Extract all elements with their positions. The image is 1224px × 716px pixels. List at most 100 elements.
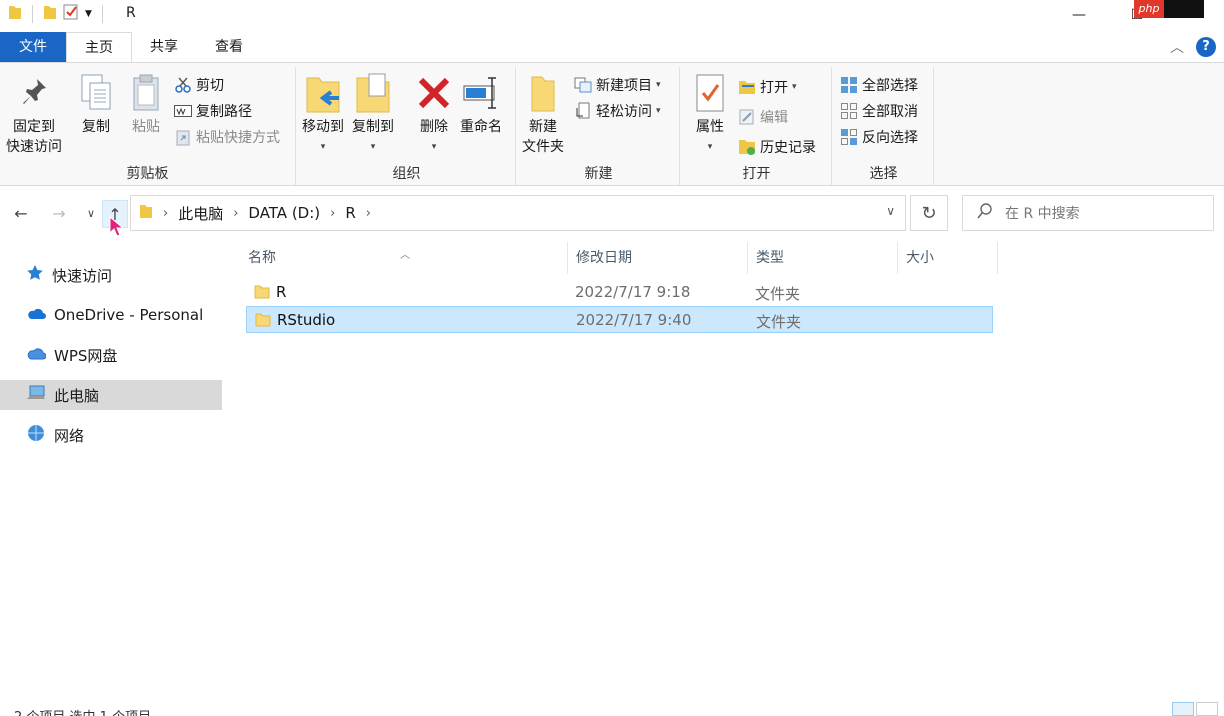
tab-file[interactable]: 文件 [0,32,66,62]
column-header-size[interactable]: 大小 [898,242,998,274]
chevron-right-icon[interactable]: › [330,206,335,221]
history-button[interactable]: 历史记录 [738,135,816,159]
tab-home[interactable]: 主页 [66,32,132,63]
nav-item-network[interactable]: 网络 [0,420,222,450]
status-text: 2 个项目 选中 1 个项目 [14,706,151,716]
nav-item-label: WPS网盘 [54,346,118,365]
star-icon [26,264,44,286]
invert-selection-icon [840,128,858,146]
delete-button[interactable]: 删除 ▾ [414,71,454,157]
column-header-label: 大小 [906,250,934,266]
navigation-bar: ← → ∨ ↑ › 此电脑 › DATA (D:) › R › ∨ ↻ 在 R … [0,186,1224,238]
tab-share[interactable]: 共享 [134,32,194,62]
move-to-button[interactable]: 移动到 ▾ [302,71,344,157]
refresh-icon[interactable]: ↻ [910,195,948,231]
properties-button[interactable]: 属性 ▾ [690,71,730,157]
pin-quick-access-button[interactable]: 固定到 快速访问 [6,71,62,157]
new-folder-label-2: 文件夹 [522,139,564,155]
edit-label: 编辑 [760,110,788,126]
new-item-button[interactable]: 新建项目 ▾ [574,73,661,97]
invert-selection-button[interactable]: 反向选择 [840,125,918,149]
pin-icon [14,71,54,115]
search-box[interactable]: 在 R 中搜索 [962,195,1214,231]
forward-arrow-icon[interactable]: → [48,202,70,224]
status-bar: 2 个项目 选中 1 个项目 [0,698,1224,716]
chevron-right-icon[interactable]: › [163,206,168,221]
navigation-pane: 快速访问 OneDrive - Personal WPS网盘 此电脑 网络 [0,238,232,698]
breadcrumb-drive[interactable]: DATA (D:) [248,204,320,222]
computer-icon [26,385,46,405]
easy-access-label: 轻松访问 [596,104,652,120]
paste-button[interactable]: 粘贴 [126,71,166,137]
nav-item-label: 此电脑 [54,386,100,405]
pin-label-2: 快速访问 [6,139,62,155]
nav-item-this-pc[interactable]: 此电脑 [0,380,222,410]
edit-button[interactable]: 编辑 [738,105,788,129]
group-organize: 移动到 ▾ 复制到 ▾ 删除 ▾ 重命名 组织 [298,67,516,185]
qat-dropdown-icon[interactable]: ▼ [85,9,92,19]
select-all-button[interactable]: 全部选择 [840,73,918,97]
group-label-open: 打开 [742,166,771,182]
divider [101,5,103,23]
column-header-label: 修改日期 [576,250,632,266]
column-header-type[interactable]: 类型 [748,242,898,274]
file-row-selected[interactable]: RStudio 2022/7/17 9:40 文件夹 [246,306,993,333]
copy-path-button[interactable]: 复制路径 [174,99,252,123]
nav-item-label: 网络 [54,426,85,445]
tab-view[interactable]: 查看 [198,32,260,62]
nav-item-onedrive[interactable]: OneDrive - Personal [0,300,222,330]
nav-item-wps-drive[interactable]: WPS网盘 [0,340,222,370]
copy-button[interactable]: 复制 [76,71,116,137]
chevron-right-icon[interactable]: › [233,206,238,221]
open-label: 打开 [760,80,788,96]
group-clipboard: 固定到 快速访问 复制 粘贴 剪切 复制路径 粘贴快捷方式 剪贴板 [0,67,296,185]
file-list: ︿ 名称 修改日期 类型 大小 R 2022/7/17 9:18 文件夹 RSt… [240,238,1224,698]
column-header-date[interactable]: 修改日期 [568,242,748,274]
move-to-label: 移动到 [302,119,344,135]
qat-properties-icon[interactable] [63,4,79,24]
address-dropdown-icon[interactable]: ∨ [886,204,895,218]
easy-access-icon [574,102,592,120]
open-button[interactable]: 打开 ▾ [738,75,797,99]
new-folder-button[interactable]: 新建 文件夹 [522,71,564,157]
file-name: R [276,283,287,301]
delete-icon [414,71,454,115]
rename-label: 重命名 [460,119,502,135]
help-icon[interactable]: ? [1196,37,1216,57]
title-bar: ▼ R — ☐ php [0,0,1224,30]
divider [32,5,33,23]
chevron-down-icon: ▾ [656,80,661,90]
file-row[interactable]: R 2022/7/17 9:18 文件夹 [246,279,993,306]
column-header-name[interactable]: ︿ 名称 [240,242,568,274]
collapse-ribbon-icon[interactable]: ︿ [1170,37,1184,57]
group-select: 全部选择 全部取消 反向选择 选择 [834,67,934,185]
details-view-icon[interactable] [1172,702,1194,716]
breadcrumb-folder[interactable]: R [345,204,355,222]
copy-to-button[interactable]: 复制到 ▾ [352,71,394,157]
back-arrow-icon[interactable]: ← [10,202,32,224]
history-icon [738,138,756,156]
chevron-down-icon: ▾ [370,142,376,152]
ribbon-tabs: 文件 主页 共享 查看 ︿ ? [0,32,1224,63]
window-title: R [126,5,136,21]
rename-button[interactable]: 重命名 [460,71,502,137]
minimize-button[interactable]: — [1050,0,1108,30]
chevron-right-icon[interactable]: › [366,206,371,221]
ribbon-right-controls: ︿ ? [1170,37,1216,57]
large-icons-view-icon[interactable] [1196,702,1218,716]
easy-access-button[interactable]: 轻松访问 ▾ [574,99,661,123]
nav-item-quick-access[interactable]: 快速访问 [0,260,222,290]
copy-to-label: 复制到 [352,119,394,135]
view-toggle [1172,702,1218,716]
chevron-down-icon: ▾ [431,142,437,152]
nav-item-label: OneDrive - Personal [54,306,204,324]
rename-icon [461,71,501,115]
recent-locations-chevron-icon[interactable]: ∨ [80,202,102,224]
history-label: 历史记录 [760,140,816,156]
paste-shortcut-button[interactable]: 粘贴快捷方式 [174,125,280,149]
address-bar[interactable]: › 此电脑 › DATA (D:) › R › ∨ [130,195,906,231]
cut-button[interactable]: 剪切 [174,73,224,97]
breadcrumb-this-pc[interactable]: 此电脑 [178,203,223,224]
select-none-button[interactable]: 全部取消 [840,99,918,123]
qat-folder-icon[interactable] [43,4,57,24]
